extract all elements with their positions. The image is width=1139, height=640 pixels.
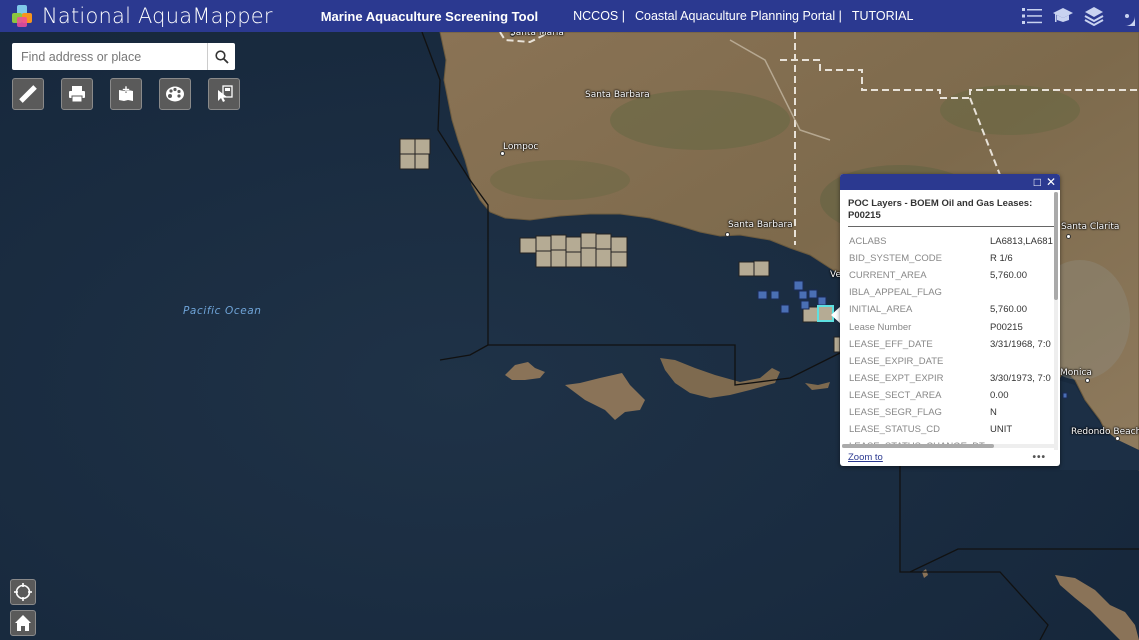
aquamapper-logo-icon	[10, 4, 34, 28]
attribute-row: ACLABS LA6813,LA681	[848, 233, 1056, 250]
attribute-key: LEASE_EFF_DATE	[849, 338, 933, 350]
attribute-value: N	[990, 406, 997, 418]
attribute-value: 3/31/1968, 7:0	[990, 338, 1051, 350]
attribute-key: LEASE_EXPT_EXPIR	[849, 372, 944, 384]
attribute-table: ACLABS LA6813,LA681 BID_SYSTEM_CODE R 1/6 CU…	[848, 233, 1056, 444]
attribute-value: UNIT	[990, 424, 1013, 436]
attribute-value	[990, 353, 1056, 370]
attribute-key: Lease Number	[849, 321, 912, 333]
attribute-value: R 1/6	[990, 253, 1013, 265]
maximize-icon[interactable]: □	[1034, 176, 1041, 188]
attribute-row: INITIAL_AREA 5,760.00	[848, 301, 1056, 318]
attribute-key: CURRENT_AREA	[849, 270, 927, 282]
header-nav: NCCOS | Coastal Aquaculture Planning Por…	[573, 9, 923, 23]
layers-icon[interactable]	[1083, 5, 1105, 27]
city-label-santa-monica: Monica	[1060, 368, 1092, 378]
select-button[interactable]	[208, 78, 240, 110]
attribute-row: LEASE_EXPIR_DATE	[848, 353, 1056, 370]
popup-footer: Zoom to •••	[840, 448, 1060, 466]
locate-button[interactable]	[10, 579, 36, 605]
zoom-to-link[interactable]: Zoom to	[848, 452, 883, 463]
more-actions-button[interactable]: •••	[1032, 452, 1046, 463]
city-dot	[1085, 378, 1090, 383]
city-label-santa-barbara: Santa Barbara	[728, 220, 793, 230]
attribute-row: LEASE_SECT_AREA 0.00	[848, 387, 1056, 404]
attribute-value: 5,760.00	[990, 304, 1027, 316]
popup-title: POC Layers - BOEM Oil and Gas Leases: P0…	[848, 198, 1054, 227]
attribute-row: Lease Number P00215	[848, 318, 1056, 335]
palette-icon	[166, 86, 184, 102]
city-label-santa-clarita: Santa Clarita	[1061, 222, 1120, 232]
city-label-lompoc: Lompoc	[503, 142, 539, 152]
crosshair-icon	[14, 583, 32, 601]
search-box	[12, 43, 235, 70]
attribute-row: LEASE_SEGR_FLAG N	[848, 404, 1056, 421]
list-icon[interactable]	[1021, 5, 1043, 27]
basemap-button[interactable]	[159, 78, 191, 110]
attribute-value: P00215	[990, 321, 1023, 333]
header-icon-group	[1012, 0, 1139, 32]
attribute-row: CURRENT_AREA 5,760.00	[848, 267, 1056, 284]
add-data-icon	[119, 86, 133, 101]
ruler-icon	[19, 85, 37, 103]
city-dot	[725, 232, 730, 237]
attribute-key: LEASE_SECT_AREA	[849, 389, 942, 401]
attribute-row: LEASE_EXPT_EXPIR 3/30/1973, 7:0	[848, 370, 1056, 387]
print-button[interactable]	[61, 78, 93, 110]
home-button[interactable]	[10, 610, 36, 636]
select-cursor-icon	[218, 85, 233, 102]
lease-blocks-west	[399, 138, 431, 170]
popup-content[interactable]: POC Layers - BOEM Oil and Gas Leases: P0…	[848, 198, 1056, 444]
attribute-row: IBLA_APPEAL_FLAG	[848, 284, 1056, 301]
nav-link-nccos[interactable]: NCCOS |	[573, 9, 625, 23]
graduation-cap-icon[interactable]	[1052, 5, 1074, 27]
attribute-value	[990, 284, 1056, 301]
popup-titlebar: □ ✕	[840, 174, 1060, 190]
measure-button[interactable]	[12, 78, 44, 110]
attribute-key: IBLA_APPEAL_FLAG	[849, 287, 942, 299]
attribute-value: 3/30/1973, 7:0	[990, 372, 1051, 384]
attribute-row: LEASE_STATUS_CD UNIT	[848, 421, 1056, 438]
close-icon[interactable]: ✕	[1046, 176, 1056, 188]
attribute-key: LEASE_SEGR_FLAG	[849, 406, 942, 418]
search-icon	[214, 49, 229, 64]
add-data-button[interactable]	[110, 78, 142, 110]
ocean-label: Pacific Ocean	[183, 305, 262, 317]
feature-popup: □ ✕ POC Layers - BOEM Oil and Gas Leases…	[840, 174, 1060, 466]
attribute-value: 0.00	[990, 389, 1009, 401]
attribute-row: LEASE_EFF_DATE 3/31/1968, 7:0	[848, 336, 1056, 353]
search-button[interactable]	[207, 43, 235, 70]
nav-link-planning-portal[interactable]: Coastal Aquaculture Planning Portal |	[635, 9, 842, 23]
city-label-redondo-beach: Redondo Beach	[1071, 427, 1139, 437]
noaa-logo-icon[interactable]	[1114, 5, 1136, 27]
attribute-row: BID_SYSTEM_CODE R 1/6	[848, 250, 1056, 267]
tool-title: Marine Aquaculture Screening Tool	[320, 8, 539, 24]
attribute-value: 5,760.00	[990, 270, 1027, 282]
attribute-value: LA6813,LA681	[990, 236, 1053, 248]
lease-blocks-central	[519, 232, 628, 268]
home-icon	[15, 615, 31, 631]
city-dot	[1066, 234, 1071, 239]
attribute-key: BID_SYSTEM_CODE	[849, 253, 942, 265]
region-label-santa-barbara: Santa Barbara	[585, 90, 650, 100]
attribute-key: INITIAL_AREA	[849, 304, 913, 316]
search-input[interactable]	[12, 43, 207, 70]
popup-vertical-scrollbar[interactable]	[1054, 192, 1058, 450]
attribute-key: LEASE_EXPIR_DATE	[849, 355, 944, 367]
app-title: National AquaMapper	[42, 4, 273, 28]
printer-icon	[69, 86, 85, 103]
attribute-key: LEASE_STATUS_CD	[849, 424, 940, 436]
attribute-key: ACLABS	[849, 236, 887, 248]
app-header: National AquaMapper Marine Aquaculture S…	[0, 0, 1139, 32]
nav-link-tutorial[interactable]: TUTORIAL	[852, 9, 914, 23]
